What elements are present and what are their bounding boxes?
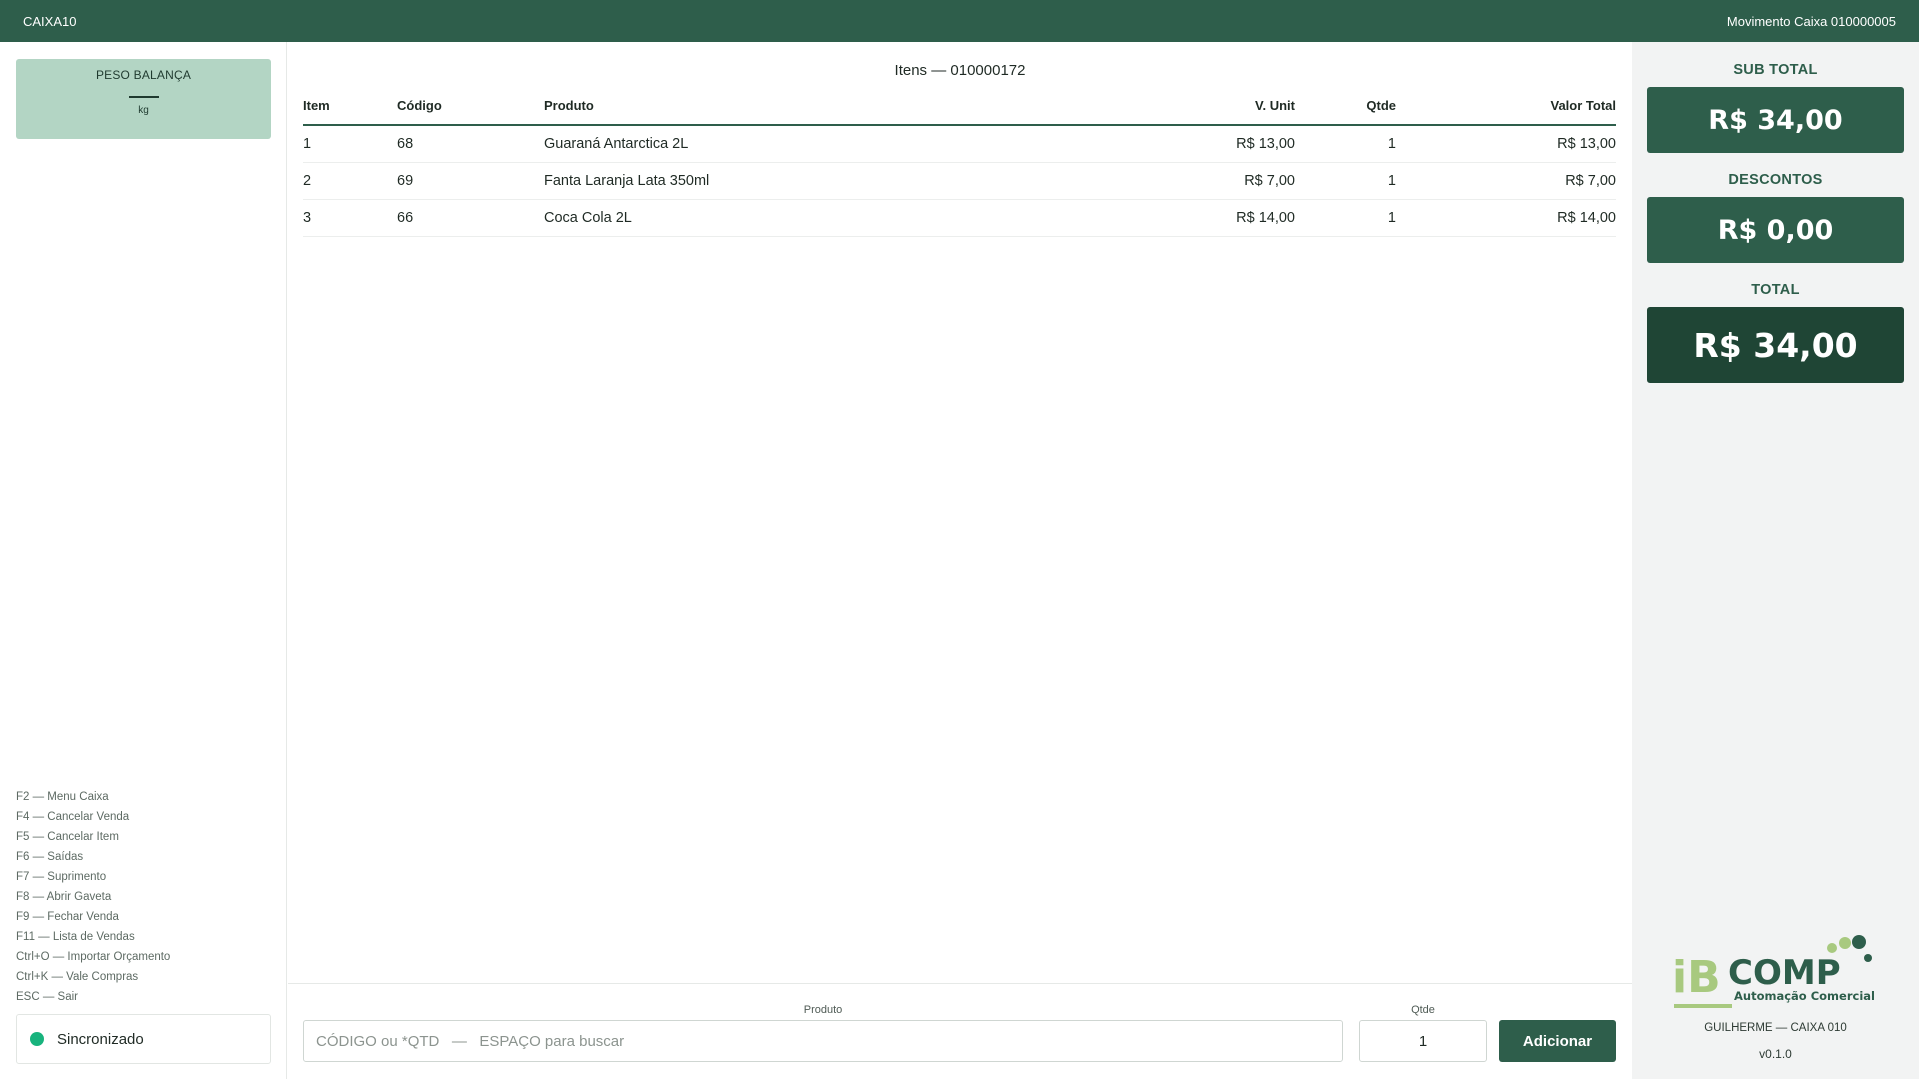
total-value: R$ 34,00 [1647,307,1904,383]
shortcut-item: Ctrl+O — Importar Orçamento [16,951,171,963]
scale-unit: kg [138,105,149,116]
items-table: Item Código Produto V. Unit Qtde Valor T… [303,94,1616,237]
cell-code: 68 [397,125,544,163]
shortcut-item: F11 — Lista de Vendas [16,931,135,943]
cell-qty: 1 [1295,199,1396,237]
table-row[interactable]: 1 68 Guaraná Antarctica 2L R$ 13,00 1 R$… [303,125,1616,163]
scale-weight-panel: PESO BALANÇA kg [16,59,271,139]
discounts-label: DESCONTOS [1728,172,1823,188]
scale-label: PESO BALANÇA [95,68,192,82]
shortcut-item: F8 — Abrir Gaveta [16,891,112,903]
version-label: v0.1.0 [1759,1047,1792,1061]
column-header-total: Valor Total [1396,94,1616,126]
shortcut-item: F5 — Cancelar Item [16,831,119,843]
shortcut-item: F2 — Menu Caixa [16,791,109,803]
logo-tagline: Automação Comercial [1734,989,1875,1003]
shortcut-item: F6 — Saídas [16,851,84,863]
column-header-qty: Qtde [1295,94,1396,126]
quantity-input[interactable] [1359,1020,1487,1062]
top-bar: CAIXA10 Movimento Caixa 010000005 [0,0,1919,42]
operator-label: GUILHERME — CAIXA 010 [1704,1022,1847,1034]
shortcut-item: ESC — Sair [16,991,78,1003]
cell-code: 66 [397,199,544,237]
product-entry-bar: Produto Qtde Adicionar [288,983,1632,1079]
qty-field-label: Qtde [1411,1004,1435,1016]
cell-item: 2 [303,162,397,200]
shortcut-item: F4 — Cancelar Venda [16,811,130,823]
table-row[interactable]: 3 66 Coca Cola 2L R$ 14,00 1 R$ 14,00 [303,199,1616,237]
left-panel: PESO BALANÇA kg F2 — Menu Caixa F4 — Can… [0,42,287,1079]
cell-total: R$ 13,00 [1396,125,1616,163]
cell-code: 69 [397,162,544,200]
column-header-item: Item [303,94,397,126]
add-item-button[interactable]: Adicionar [1499,1020,1616,1062]
sync-status: Sincronizado [16,1014,271,1064]
column-header-code: Código [397,94,544,126]
totals-panel: SUB TOTAL R$ 34,00 DESCONTOS R$ 0,00 TOT… [1632,42,1919,1079]
product-field-label: Produto [803,1004,843,1016]
items-panel: Itens — 010000172 Item Código Produto V.… [288,42,1632,1079]
cell-unit-price: R$ 14,00 [1064,199,1295,237]
subtotal-label: SUB TOTAL [1733,62,1818,78]
cell-unit-price: R$ 13,00 [1064,125,1295,163]
scale-empty-value [128,96,159,98]
shortcut-item: F9 — Fechar Venda [16,911,119,923]
ibcomp-logo: iB COMP Automação Comercial [1672,935,1875,1008]
cell-product: Fanta Laranja Lata 350ml [544,162,1064,200]
items-header-row: Item Código Produto V. Unit Qtde Valor T… [303,94,1616,126]
shortcut-item: Ctrl+K — Vale Compras [16,971,139,983]
logo-ib-mark: iB [1672,952,1721,1003]
cell-qty: 1 [1295,125,1396,163]
subtotal-value: R$ 34,00 [1647,87,1904,153]
total-label: TOTAL [1751,282,1800,298]
logo-comp-mark: COMP [1728,953,1841,993]
items-title: Itens — 010000172 [894,62,1026,79]
cell-total: R$ 14,00 [1396,199,1616,237]
cell-qty: 1 [1295,162,1396,200]
column-header-product: Produto [544,94,1064,126]
shortcut-list: F2 — Menu Caixa F4 — Cancelar Venda F5 —… [16,787,170,1007]
table-row[interactable]: 2 69 Fanta Laranja Lata 350ml R$ 7,00 1 … [303,162,1616,200]
cell-unit-price: R$ 7,00 [1064,162,1295,200]
cash-movement-label: Movimento Caixa 010000005 [1726,13,1896,29]
cell-product: Coca Cola 2L [544,199,1064,237]
cell-total: R$ 7,00 [1396,162,1616,200]
sync-status-dot-icon [30,1032,44,1046]
cell-product: Guaraná Antarctica 2L [544,125,1064,163]
cell-item: 3 [303,199,397,237]
register-title: CAIXA10 [23,13,77,29]
column-header-unit-price: V. Unit [1064,94,1295,126]
product-code-input[interactable] [303,1020,1343,1062]
discounts-value: R$ 0,00 [1647,197,1904,263]
cell-item: 1 [303,125,397,163]
shortcut-item: F7 — Suprimento [16,871,107,883]
sync-status-label: Sincronizado [57,1030,144,1048]
